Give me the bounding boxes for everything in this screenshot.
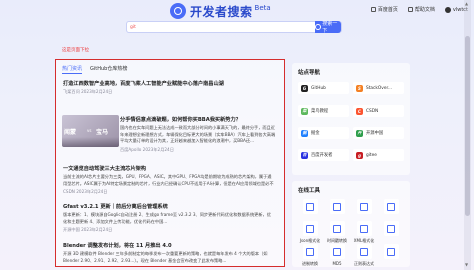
tool-base-convert[interactable]: 进制转换 [298,244,322,267]
tool-item[interactable] [352,199,376,216]
feed-item-title[interactable]: Gfast v3.2.1 更新｜前后分离后台管理系统 [63,203,275,210]
regex-icon [356,244,372,259]
tool-item[interactable] [298,199,322,216]
xml-icon [356,221,372,236]
scrollbar-thumb[interactable] [465,36,470,216]
site-gitee[interactable]: g gitee [353,149,404,161]
csdn-icon: C [356,107,363,115]
site-stackoverflow[interactable]: S StackOver... [353,82,404,94]
help-doc-link[interactable]: 帮助文档 [407,6,435,13]
site-juejin[interactable]: 掘掘金 [298,127,349,139]
md5-icon [329,244,345,259]
oschina-icon: 开 [356,129,363,137]
thumb-left-label: 闻蒙 [64,129,77,136]
tool-icon [329,199,345,214]
feed-item[interactable]: 打造江西数智产业高地，百度飞桨人工智能产业赋能中心落户南昌山湖 飞桨百问 202… [56,80,231,95]
github-icon: G [301,84,308,92]
base-convert-icon [302,244,318,259]
tool-regex[interactable]: 正则表达式 [352,244,376,267]
top-links: 百度首页 帮助文档 vlwtct [370,6,468,13]
feed-item[interactable]: Gfast v3.2.1 更新｜前后分离后台管理系统 版本更新：1、模块源自Go… [56,203,282,233]
feed-item-meta: 开源中国 2023年2月24日 [63,227,113,232]
home-icon [370,7,376,12]
search-button[interactable]: 搜索一下 [315,21,341,34]
gitee-icon: g [356,151,363,159]
feed-item-summary: 版本更新：1、模块源自Goglic自动注册 2、生成go frame至 v2.3… [63,212,271,224]
feed-item-title[interactable]: 分手情侣意点滴破题，如何帮你买BBA我买新势力？ [120,116,278,123]
tool-icon [356,199,372,214]
thumb-right-label: 宝马 [96,129,109,136]
logo-text: 开发者搜索 [190,4,253,19]
juejin-icon: 掘 [301,129,308,137]
site-runoob[interactable]: 菜菜鸟教程 [298,105,349,117]
feed-item-meta: 百度Apollo 2023年2月24日 [120,147,174,152]
doc-icon [407,7,413,12]
tab-hot-news[interactable]: 热门资讯 [62,65,83,74]
tool-xml-format[interactable]: XML格式化 [352,221,376,244]
site-baidu-developer[interactable]: 百百度开发者 [298,149,349,161]
feed-item-summary: 开源 3D 建模软件 Blender 三年多前制定的每季发布一次重要更新的策略，… [63,251,268,263]
tool-icon [383,221,399,236]
page-hint: 这是页面下拉 [62,48,89,53]
tool-item[interactable] [325,199,349,216]
tools-title: 在线工具 [298,188,321,194]
site-csdn[interactable]: C CSDN [353,105,404,117]
feed-item-meta: 飞桨百问 2023年2月24日 [63,89,113,94]
scroll-up-arrow-icon[interactable]: ▲ [465,1,468,6]
feed-tabs: 热门资讯 GitHub仓库热榜 [56,60,284,74]
baidu-icon: 百 [301,151,308,159]
tool-json-format[interactable]: Json格式化 [298,221,322,244]
online-tools: 在线工具 Json格式化 时间戳转换 XML格式化 进制转换 MD5 正则表达式 [292,181,410,267]
feed-item-summary: 国内也在实车问题上无法达成一致而大部分时间的小事满天飞的，最终分手，而且近年来理… [120,125,276,143]
scroll-down-arrow-icon[interactable]: ▼ [465,262,468,267]
site-navigation: 站点导航 G GitHub S StackOver... 菜菜鸟教程 C CSDN 掘… [292,63,410,175]
tool-timestamp[interactable]: 时间戳转换 [325,221,349,244]
feed-item-title[interactable]: 一文通览自动驾驶三大主流芯片架构 [63,165,275,172]
logo-icon [170,3,186,19]
news-feed: 热门资讯 GitHub仓库热榜 打造江西数智产业高地，百度飞桨人工智能产业赋能中… [55,59,285,267]
tool-item[interactable] [379,199,403,216]
feed-item-meta: CSDN 2023年2月24日 [63,189,108,194]
feed-item-title[interactable]: 打造江西数智产业高地，百度飞桨人工智能产业赋能中心落户南昌山湖 [63,80,224,87]
json-icon [302,221,318,236]
site-github[interactable]: G GitHub [298,82,349,94]
site-nav-title: 站点导航 [298,70,321,76]
feed-item-thumbnail[interactable]: 闻蒙 vs 宝马 [62,115,119,147]
stackoverflow-icon: S [356,84,363,92]
feed-item-summary: 当前主流的AI芯片主要分为三类，GPU、FPGA、ASIC。其中GPU、FPGA… [63,174,274,186]
tab-github-trending[interactable]: GitHub仓库热榜 [90,65,127,74]
feed-item[interactable]: Blender 调整发布计划，将在 11 月推出 4.0 开源 3D 建模软件 … [56,242,282,264]
tool-icon [383,199,399,214]
tool-icon [302,199,318,214]
timestamp-icon [329,221,345,236]
thumb-vs-label: vs [87,128,92,133]
search-input[interactable] [135,22,315,32]
user-icon [444,6,451,13]
feed-item[interactable]: 分手情侣意点滴破题，如何帮你买BBA我买新势力？ 国内也在实车问题上无法达成一致… [116,116,282,153]
tool-md5[interactable]: MD5 [325,244,349,266]
tool-item[interactable] [379,221,403,238]
feed-item[interactable]: 一文通览自动驾驶三大主流芯片架构 当前主流的AI芯片主要分为三类，GPU、FPG… [56,165,282,195]
tool-icon [383,244,399,259]
feed-item-title[interactable]: Blender 调整发布计划，将在 11 月推出 4.0 [63,242,275,249]
logo[interactable]: 开发者搜索 Beta [170,1,271,21]
baidu-home-link[interactable]: 百度首页 [370,6,398,13]
search-bar: git 搜索一下 [126,21,342,34]
beta-badge: Beta [254,4,271,12]
site-oschina[interactable]: 开开源中国 [353,127,404,139]
runoob-icon: 菜 [301,107,308,115]
tool-item[interactable] [379,244,403,261]
